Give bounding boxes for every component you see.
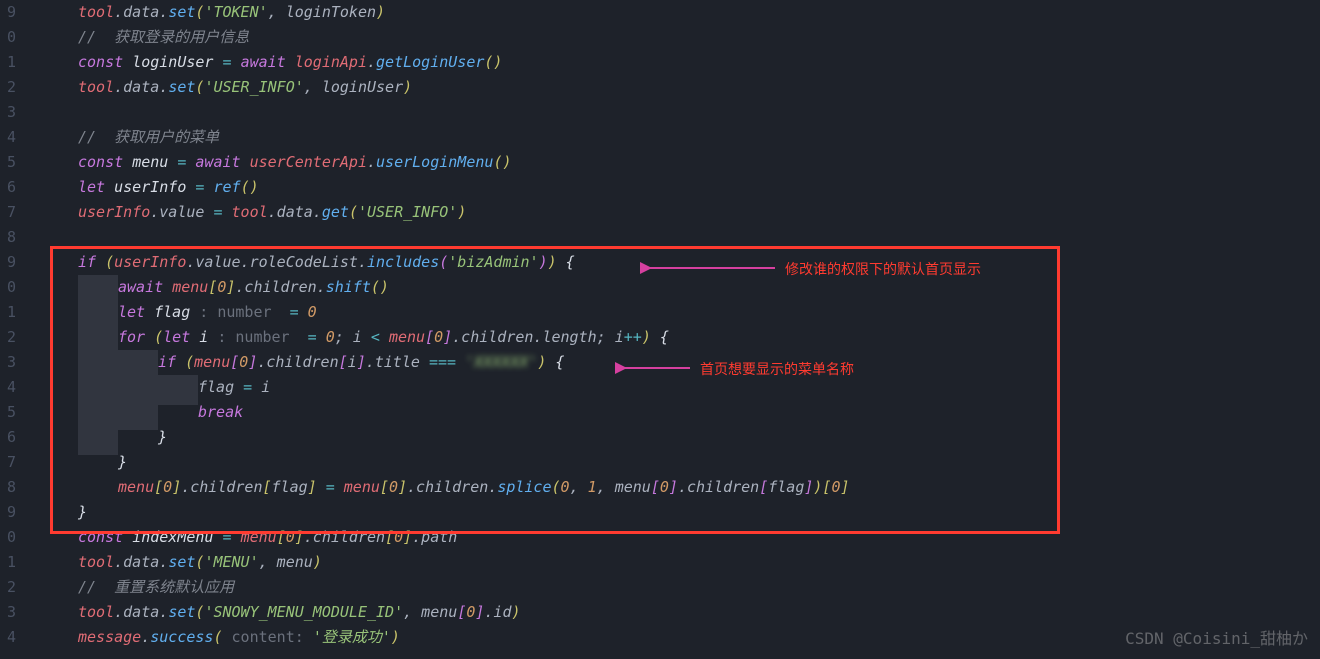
code-line [78,225,1320,250]
fold-column [20,0,50,659]
code-editor[interactable]: 9 0 1 2 3 4 5 6 7 8 9 0 1 2 3 4 5 6 7 8 … [0,0,1320,659]
code-line: // 获取用户的菜单 [78,125,1320,150]
code-line: if (menu[0].children[i].title === 'XXXXX… [78,350,1320,375]
annotation-text: 修改谁的权限下的默认首页显示 [785,258,981,283]
code-line: const loginUser = await loginApi.getLogi… [78,50,1320,75]
code-line: tool.data.set('SNOWY_MENU_MODULE_ID', me… [78,600,1320,625]
code-line: } [78,425,1320,450]
code-line: const indexMenu = menu[0].children[0].pa… [78,525,1320,550]
code-line: } [78,500,1320,525]
code-line: // 重置系统默认应用 [78,575,1320,600]
code-line: let userInfo = ref() [78,175,1320,200]
code-line: menu[0].children[flag] = menu[0].childre… [78,475,1320,500]
code-line: const menu = await userCenterApi.userLog… [78,150,1320,175]
code-line: break [78,400,1320,425]
watermark: CSDN @Coisini_甜柚か [1125,626,1308,651]
code-line: tool.data.set('TOKEN', loginToken) [78,0,1320,25]
code-line: userInfo.value = tool.data.get('USER_INF… [78,200,1320,225]
code-line: tool.data.set('USER_INFO', loginUser) [78,75,1320,100]
annotation-text: 首页想要显示的菜单名称 [700,358,854,383]
code-line: flag = i [78,375,1320,400]
code-line: if (userInfo.value.roleCodeList.includes… [78,250,1320,275]
code-line: let flag : number = 0 [78,300,1320,325]
line-number-gutter: 9 0 1 2 3 4 5 6 7 8 9 0 1 2 3 4 5 6 7 8 … [0,0,20,659]
code-line: await menu[0].children.shift() [78,275,1320,300]
code-area[interactable]: tool.data.set('TOKEN', loginToken) // 获取… [50,0,1320,659]
code-line: for (let i : number = 0; i < menu[0].chi… [78,325,1320,350]
code-line: tool.data.set('MENU', menu) [78,550,1320,575]
code-line [78,100,1320,125]
code-line: // 获取登录的用户信息 [78,25,1320,50]
code-line: } [78,450,1320,475]
